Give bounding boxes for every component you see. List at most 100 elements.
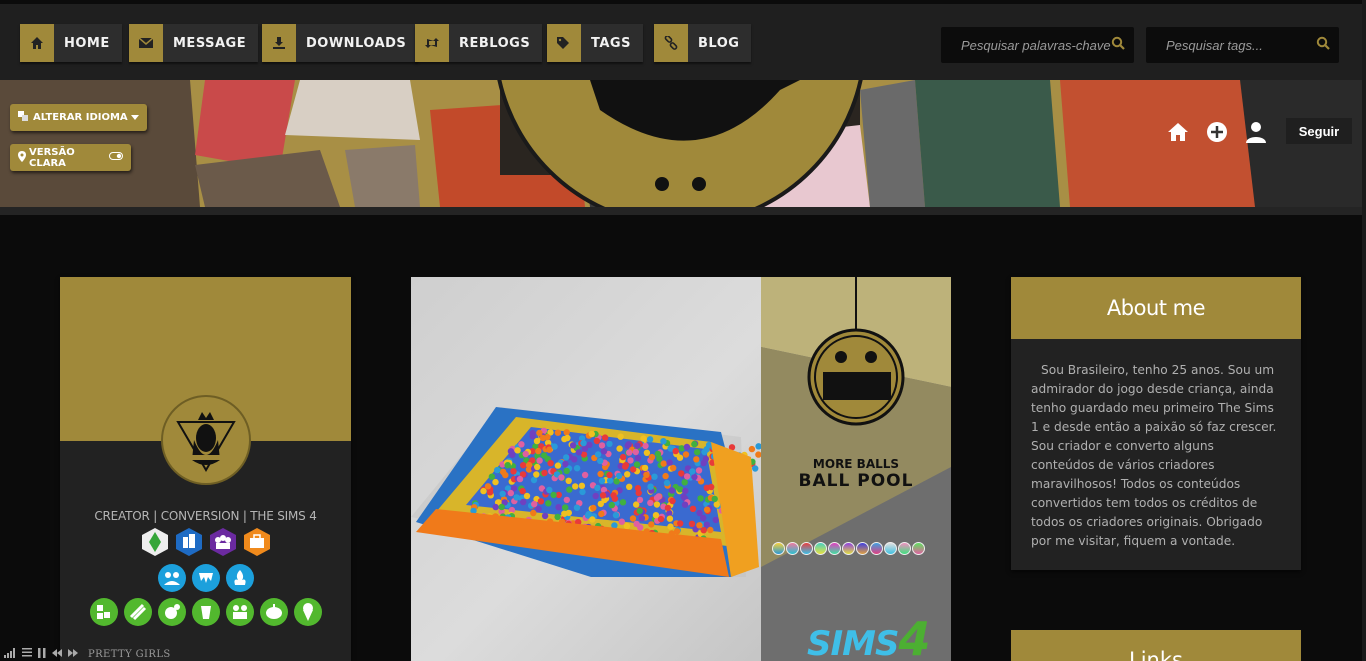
sims4-logo-number: 4 [898, 612, 930, 661]
parenthood-badge-icon [157, 563, 187, 593]
tag-search-input[interactable] [1146, 37, 1316, 53]
sims4-logo: SIMS4 [807, 612, 930, 661]
home-icon[interactable] [1166, 120, 1190, 144]
ball [555, 504, 562, 511]
nav-blog-button[interactable]: BLOG [654, 24, 752, 62]
ball [606, 471, 613, 479]
ball [586, 441, 593, 448]
carousel-dot-1[interactable] [655, 177, 669, 191]
previous-icon[interactable] [52, 648, 62, 660]
ball [688, 520, 696, 527]
city-badge-icon [174, 527, 204, 557]
ball [652, 512, 660, 519]
ball [541, 469, 548, 477]
outdoor-retreat-badge-icon [225, 563, 255, 593]
banner-collage-image [0, 80, 1362, 207]
badge-row-1 [60, 527, 351, 557]
ball [653, 494, 661, 502]
volume-icon[interactable] [4, 647, 16, 661]
track-title: PRETTY GIRLS [88, 648, 171, 660]
nav-reblogs-label: REBLOGS [459, 35, 531, 51]
ball [563, 454, 570, 461]
ball [520, 462, 527, 469]
ball [535, 505, 542, 513]
ball [535, 447, 542, 455]
ball [594, 484, 601, 492]
caret-down-icon [131, 112, 139, 123]
ball [608, 501, 615, 509]
ball [666, 459, 673, 466]
color-swatches [772, 542, 925, 555]
download-icon [262, 24, 296, 62]
ball [590, 504, 597, 512]
carousel-dot-2[interactable] [692, 177, 706, 191]
ball [529, 433, 536, 440]
ball [486, 489, 494, 496]
nav-home-button[interactable]: HOME [20, 24, 122, 62]
ball [641, 464, 649, 472]
nav-downloads-button[interactable]: DOWNLOADS [262, 24, 419, 62]
ball [480, 487, 487, 495]
ball [700, 514, 707, 522]
ball [572, 483, 579, 490]
user-icon[interactable] [1244, 120, 1268, 144]
ball [519, 487, 526, 495]
badge-row-2 [60, 563, 351, 593]
ball [712, 516, 719, 524]
ball [700, 527, 707, 534]
ball [636, 507, 643, 515]
ball [689, 468, 696, 475]
post-title-big: BALL POOL [798, 471, 914, 491]
pause-icon[interactable] [38, 647, 46, 661]
ball [541, 512, 549, 520]
ball [637, 524, 644, 531]
ball [634, 442, 641, 449]
badge-row-3 [60, 597, 351, 627]
search-icon[interactable] [1111, 36, 1125, 55]
ball [569, 442, 577, 449]
search-icon[interactable] [1316, 36, 1330, 55]
ball [680, 493, 687, 501]
follow-button[interactable]: Seguir [1286, 118, 1352, 144]
ball [597, 470, 604, 478]
creator-tagline: CREATOR | CONVERSION | THE SIMS 4 [94, 509, 317, 523]
scrollbar[interactable] [1362, 0, 1366, 661]
ball [600, 448, 608, 455]
ball [598, 442, 606, 449]
ball [682, 487, 689, 495]
ball [633, 461, 641, 468]
ball [588, 430, 595, 438]
nav-message-button[interactable]: MESSAGE [129, 24, 259, 62]
swatch [884, 542, 897, 555]
add-post-icon[interactable] [1205, 120, 1229, 144]
ball [566, 486, 573, 493]
ball [492, 503, 499, 511]
ball [530, 509, 537, 517]
get-together-badge-icon [208, 527, 238, 557]
ball [516, 475, 524, 483]
playlist-icon[interactable] [22, 648, 32, 660]
keyword-search-box [941, 27, 1134, 63]
post-image[interactable]: MORE BALLS BALL POOL SIMS4 [411, 277, 951, 661]
toddler-badge-icon [225, 597, 255, 627]
ball [562, 460, 569, 468]
ball [537, 498, 545, 505]
ball [547, 460, 554, 467]
ball [632, 448, 639, 456]
creator-logo-image [176, 412, 236, 472]
ball [580, 439, 587, 447]
next-icon[interactable] [68, 648, 78, 660]
ball [510, 468, 517, 475]
keyword-search-input[interactable] [941, 37, 1111, 53]
ball [666, 515, 674, 522]
language-button-label: ALTERAR IDIOMA [33, 112, 128, 123]
ball [638, 515, 646, 522]
swatch [842, 542, 855, 555]
nav-tags-button[interactable]: TAGS [547, 24, 643, 62]
language-button[interactable]: ALTERAR IDIOMA [10, 104, 147, 131]
light-version-button[interactable]: VERSÃO CLARA [10, 144, 131, 171]
ball [625, 441, 632, 448]
ball [536, 457, 543, 464]
nav-reblogs-button[interactable]: REBLOGS [415, 24, 543, 62]
links-title: Links [1129, 648, 1183, 661]
